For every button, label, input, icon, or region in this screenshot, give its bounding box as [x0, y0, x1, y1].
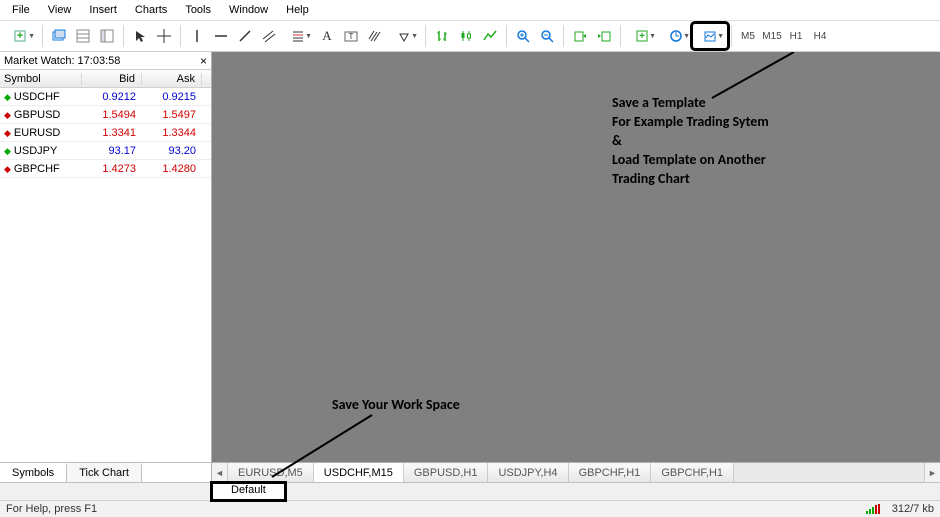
market-watch-panel: Market Watch: 17:03:58 × Symbol Bid Ask … [0, 52, 212, 482]
ask-price: 0.9215 [142, 91, 202, 103]
cursor-button[interactable] [128, 24, 152, 48]
bid-price: 1.5494 [82, 109, 142, 121]
annotation-line-bottom [272, 415, 372, 477]
timeframe-h1[interactable]: H1 [784, 28, 808, 45]
shapes-button[interactable]: ▼ [387, 24, 421, 48]
direction-icon [4, 145, 11, 157]
market-watch-title: Market Watch: 17:03:58 [4, 55, 120, 67]
direction-icon [4, 163, 11, 175]
market-watch-row[interactable]: EURUSD 1.33411.3344 [0, 124, 211, 142]
svg-text:T: T [349, 32, 354, 41]
chart-area: Save a Template For Example Trading Syte… [212, 52, 940, 482]
market-watch-toggle[interactable] [71, 24, 95, 48]
connection-icon [866, 504, 880, 514]
workspace-row: Default [0, 482, 940, 500]
direction-icon [4, 91, 11, 103]
periodicity-button[interactable]: ▼ [659, 24, 693, 48]
symbol-name: USDCHF [14, 91, 60, 103]
direction-icon [4, 127, 11, 139]
market-watch-row[interactable]: USDCHF 0.92120.9215 [0, 88, 211, 106]
svg-text:+: + [17, 30, 23, 42]
ask-price: 1.4280 [142, 163, 202, 175]
vertical-line-button[interactable] [185, 24, 209, 48]
symbol-name: GBPCHF [14, 163, 60, 175]
menu-view[interactable]: View [40, 2, 80, 18]
horizontal-line-button[interactable] [209, 24, 233, 48]
symbol-name: GBPUSD [14, 109, 60, 121]
market-watch-close[interactable]: × [200, 54, 207, 68]
crosshair-button[interactable] [152, 24, 176, 48]
symbol-name: USDJPY [14, 145, 57, 157]
menu-window[interactable]: Window [221, 2, 276, 18]
svg-text:+: + [639, 31, 645, 42]
andrews-pitchfork-button[interactable] [363, 24, 387, 48]
text-label-button[interactable]: A [315, 24, 339, 48]
timeframe-m15[interactable]: M15 [760, 28, 784, 45]
direction-icon [4, 109, 11, 121]
bid-price: 93.17 [82, 145, 142, 157]
bid-price: 0.9212 [82, 91, 142, 103]
auto-scroll-button[interactable] [568, 24, 592, 48]
line-chart-button[interactable] [478, 24, 502, 48]
timeframe-h4[interactable]: H4 [808, 28, 832, 45]
templates-button[interactable]: ▼ [693, 24, 727, 48]
col-ask[interactable]: Ask [142, 73, 202, 85]
symbol-name: EURUSD [14, 127, 60, 139]
zoom-in-button[interactable] [511, 24, 535, 48]
tab-tick-chart[interactable]: Tick Chart [67, 463, 142, 482]
profiles-button[interactable] [47, 24, 71, 48]
menu-help[interactable]: Help [278, 2, 317, 18]
candlestick-button[interactable] [454, 24, 478, 48]
text-button[interactable]: T [339, 24, 363, 48]
col-symbol[interactable]: Symbol [0, 73, 82, 85]
chart-canvas[interactable]: Save a Template For Example Trading Syte… [212, 52, 940, 462]
status-help: For Help, press F1 [6, 503, 97, 515]
bar-chart-button[interactable] [430, 24, 454, 48]
zoom-out-button[interactable] [535, 24, 559, 48]
bid-price: 1.3341 [82, 127, 142, 139]
workspace-tab-default[interactable]: Default [212, 483, 285, 500]
menu-insert[interactable]: Insert [81, 2, 125, 18]
market-watch-row[interactable]: GBPCHF 1.42731.4280 [0, 160, 211, 178]
menu-file[interactable]: File [4, 2, 38, 18]
menubar: File View Insert Charts Tools Window Hel… [0, 0, 940, 20]
channel-button[interactable] [257, 24, 281, 48]
ask-price: 93.20 [142, 145, 202, 157]
toolbar: + ▼ ▼ A T ▼ +▼ ▼ ▼ M5 M15 H1 H4 [0, 20, 940, 52]
market-watch-titlebar: Market Watch: 17:03:58 × [0, 52, 211, 70]
market-watch-row[interactable]: USDJPY 93.1793.20 [0, 142, 211, 160]
timeframe-m5[interactable]: M5 [736, 28, 760, 45]
ask-price: 1.3344 [142, 127, 202, 139]
tab-symbols[interactable]: Symbols [0, 463, 67, 482]
menu-charts[interactable]: Charts [127, 2, 175, 18]
navigator-toggle[interactable] [95, 24, 119, 48]
ask-price: 1.5497 [142, 109, 202, 121]
indicators-button[interactable]: +▼ [625, 24, 659, 48]
menu-tools[interactable]: Tools [177, 2, 219, 18]
bid-price: 1.4273 [82, 163, 142, 175]
fibonacci-button[interactable]: ▼ [281, 24, 315, 48]
status-bar: For Help, press F1 312/7 kb [0, 500, 940, 517]
col-bid[interactable]: Bid [82, 73, 142, 85]
chart-shift-button[interactable] [592, 24, 616, 48]
new-chart-button[interactable]: + ▼ [4, 24, 38, 48]
market-watch-row[interactable]: GBPUSD 1.54941.5497 [0, 106, 211, 124]
trendline-button[interactable] [233, 24, 257, 48]
status-traffic: 312/7 kb [892, 503, 934, 515]
